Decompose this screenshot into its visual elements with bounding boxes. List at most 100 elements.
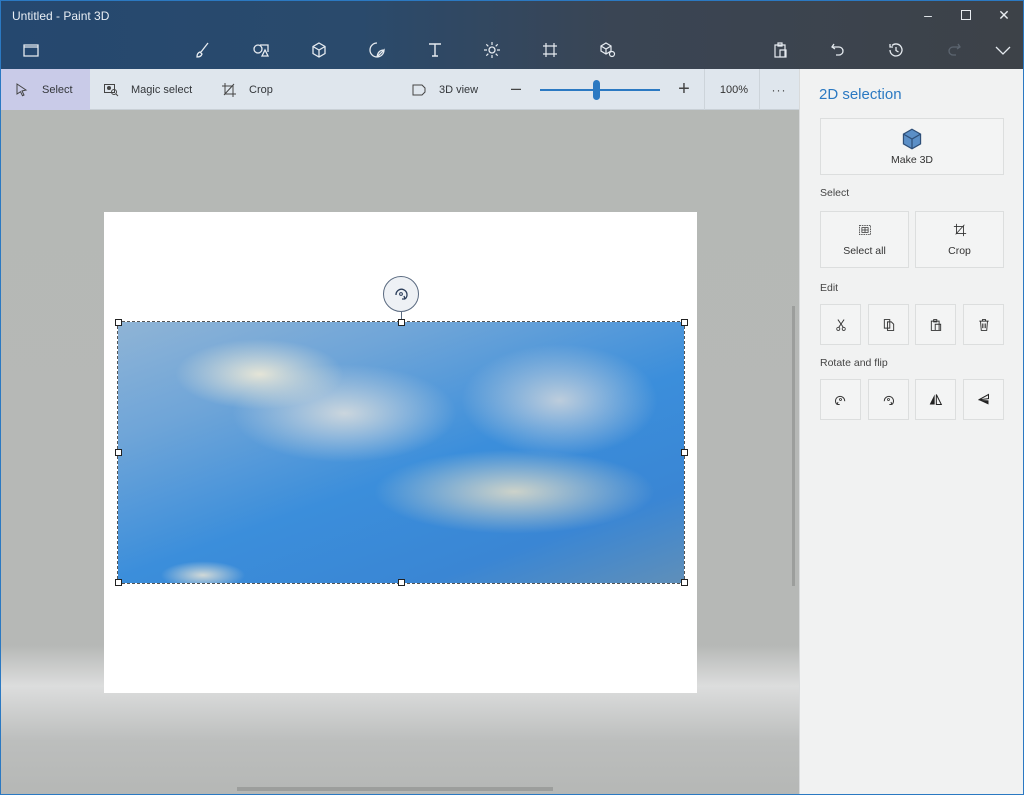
- 3d-shapes-icon: [312, 42, 326, 58]
- select-all-label: Select all: [843, 244, 886, 257]
- crop-icon: [953, 223, 966, 236]
- minimize-button[interactable]: –: [909, 1, 947, 29]
- crop-tool-button[interactable]: Crop: [221, 69, 273, 110]
- zoom-slider-thumb[interactable]: [593, 80, 601, 100]
- make-3d-label: Make 3D: [890, 153, 933, 166]
- 3d-view-label: 3D view: [439, 83, 479, 96]
- canvas-tool[interactable]: [539, 39, 561, 61]
- rotate-handle[interactable]: [383, 276, 419, 312]
- vertical-scrollbar[interactable]: [792, 306, 795, 586]
- rotate-right-icon: [883, 395, 894, 405]
- 3d-shapes-tool[interactable]: [308, 39, 330, 61]
- title-bar: Untitled - Paint 3D – ✕: [1, 1, 1023, 69]
- 3d-view-button[interactable]: 3D view: [411, 69, 478, 110]
- side-panel: 2D selection Make 3D Select Select all C…: [799, 69, 1023, 794]
- history-button[interactable]: [885, 39, 907, 61]
- magic-select-button[interactable]: Magic select: [103, 69, 192, 110]
- resize-handle-top-left[interactable]: [115, 319, 122, 326]
- magic-select-icon: [104, 83, 119, 96]
- rotate-icon: [395, 288, 408, 300]
- select-label: Select: [42, 83, 73, 96]
- zoom-in-button[interactable]: +: [675, 79, 693, 100]
- canvas-icon: [543, 43, 557, 57]
- stickers-icon: [369, 42, 385, 58]
- resize-handle-left[interactable]: [115, 449, 122, 456]
- effects-icon: [484, 42, 500, 58]
- rotate-left-icon: [835, 395, 846, 405]
- rotate-right-button[interactable]: [868, 379, 909, 420]
- brushes-icon: [196, 42, 209, 58]
- window-title: Untitled - Paint 3D: [12, 9, 110, 23]
- cut-button[interactable]: [820, 304, 861, 345]
- folder-icon: [23, 44, 39, 57]
- magic-select-label: Magic select: [131, 83, 193, 96]
- select-section-label: Select: [820, 187, 850, 199]
- delete-button[interactable]: [963, 304, 1004, 345]
- redo-icon: [948, 43, 961, 56]
- select-tool-button[interactable]: Select: [1, 69, 90, 110]
- text-tool[interactable]: [424, 39, 446, 61]
- paste-button[interactable]: [915, 304, 956, 345]
- window-controls: – ✕: [909, 1, 1023, 31]
- flip-vertical-button[interactable]: [963, 379, 1004, 420]
- resize-handle-bottom[interactable]: [398, 579, 405, 586]
- rotate-left-button[interactable]: [820, 379, 861, 420]
- resize-handle-bottom-right[interactable]: [681, 579, 688, 586]
- paste-button[interactable]: [769, 39, 791, 61]
- minimize-icon: –: [924, 7, 932, 23]
- zoom-level[interactable]: 100%: [713, 69, 755, 110]
- select-all-button[interactable]: Select all: [820, 211, 909, 268]
- more-options-button[interactable]: ···: [765, 69, 793, 110]
- effects-tool[interactable]: [481, 39, 503, 61]
- panel-crop-label: Crop: [948, 244, 971, 257]
- resize-handle-right[interactable]: [681, 449, 688, 456]
- copy-icon: [883, 318, 894, 331]
- expand-button[interactable]: [992, 39, 1014, 61]
- paste-icon: [774, 42, 787, 58]
- text-icon: [429, 43, 441, 57]
- maximize-button[interactable]: [947, 1, 985, 29]
- edit-section-label: Edit: [820, 282, 839, 294]
- cursor-icon: [16, 82, 28, 96]
- paste-icon: [930, 318, 941, 331]
- toolbar-divider: [759, 69, 760, 110]
- flip-vertical-icon: [978, 393, 989, 405]
- resize-handle-bottom-left[interactable]: [115, 579, 122, 586]
- close-icon: ✕: [998, 6, 1010, 23]
- rotate-section-label: Rotate and flip: [820, 357, 888, 369]
- delete-icon: [978, 318, 989, 331]
- toolbar-divider: [704, 69, 705, 110]
- expand-chevron-icon: [995, 46, 1011, 55]
- 2d-shapes-tool[interactable]: [250, 39, 272, 61]
- 3d-library-icon: [600, 42, 616, 58]
- undo-button[interactable]: [827, 39, 849, 61]
- resize-handle-top[interactable]: [398, 319, 405, 326]
- close-button[interactable]: ✕: [985, 1, 1023, 29]
- redo-button[interactable]: [943, 39, 965, 61]
- crop-label: Crop: [249, 83, 273, 96]
- horizontal-scrollbar[interactable]: [237, 787, 553, 791]
- flip-horizontal-button[interactable]: [915, 379, 956, 420]
- select-all-icon: [858, 224, 871, 235]
- panel-title: 2D selection: [819, 86, 902, 103]
- zoom-out-button[interactable]: –: [508, 79, 524, 97]
- panel-crop-button[interactable]: Crop: [915, 211, 1004, 268]
- undo-icon: [831, 43, 844, 56]
- crop-icon: [222, 82, 236, 97]
- maximize-icon: [961, 10, 971, 20]
- 2d-shapes-icon: [253, 44, 270, 57]
- selected-sky-image[interactable]: [117, 321, 685, 584]
- menu-button[interactable]: [20, 39, 42, 61]
- flip-horizontal-icon: [929, 394, 943, 405]
- copy-button[interactable]: [868, 304, 909, 345]
- resize-handle-top-right[interactable]: [681, 319, 688, 326]
- cut-icon: [835, 318, 846, 331]
- paint-3d-window: Untitled - Paint 3D – ✕ Select Magic sel…: [0, 0, 1024, 795]
- history-icon: [889, 43, 903, 57]
- cube-icon: [902, 128, 922, 149]
- brushes-tool[interactable]: [192, 39, 214, 61]
- make-3d-button[interactable]: Make 3D: [820, 118, 1004, 175]
- 3d-view-icon: [412, 84, 426, 95]
- 3d-library-tool[interactable]: [597, 39, 619, 61]
- stickers-tool[interactable]: [366, 39, 388, 61]
